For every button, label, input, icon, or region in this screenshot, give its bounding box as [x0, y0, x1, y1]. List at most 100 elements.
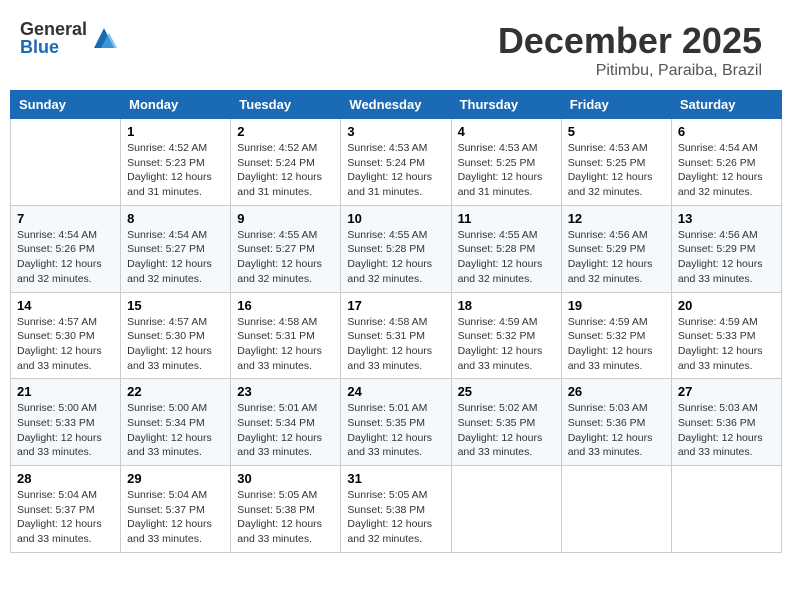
logo-icon	[89, 23, 119, 53]
day-info: Sunrise: 5:01 AM Sunset: 5:35 PM Dayligh…	[347, 401, 444, 460]
day-number: 16	[237, 298, 334, 313]
day-number: 19	[568, 298, 665, 313]
calendar-cell: 17 Sunrise: 4:58 AM Sunset: 5:31 PM Dayli…	[341, 292, 451, 379]
calendar-week-row: 14 Sunrise: 4:57 AM Sunset: 5:30 PM Dayli…	[11, 292, 782, 379]
calendar-cell	[11, 119, 121, 206]
page-header: General Blue December 2025 Pitimbu, Para…	[10, 10, 782, 90]
day-info: Sunrise: 4:59 AM Sunset: 5:33 PM Dayligh…	[678, 315, 775, 374]
day-info: Sunrise: 5:05 AM Sunset: 5:38 PM Dayligh…	[347, 488, 444, 547]
day-info: Sunrise: 5:04 AM Sunset: 5:37 PM Dayligh…	[127, 488, 224, 547]
day-info: Sunrise: 4:58 AM Sunset: 5:31 PM Dayligh…	[347, 315, 444, 374]
day-info: Sunrise: 4:53 AM Sunset: 5:25 PM Dayligh…	[568, 141, 665, 200]
day-info: Sunrise: 4:53 AM Sunset: 5:25 PM Dayligh…	[458, 141, 555, 200]
day-of-week-header: Sunday	[11, 91, 121, 119]
day-info: Sunrise: 4:55 AM Sunset: 5:28 PM Dayligh…	[347, 228, 444, 287]
title-block: December 2025 Pitimbu, Paraiba, Brazil	[498, 20, 762, 80]
day-number: 14	[17, 298, 114, 313]
calendar-cell: 8 Sunrise: 4:54 AM Sunset: 5:27 PM Daylig…	[121, 205, 231, 292]
day-number: 27	[678, 384, 775, 399]
day-info: Sunrise: 4:52 AM Sunset: 5:23 PM Dayligh…	[127, 141, 224, 200]
day-number: 6	[678, 124, 775, 139]
day-number: 11	[458, 211, 555, 226]
day-number: 7	[17, 211, 114, 226]
calendar-cell: 1Sunrise: 4:52 AM Sunset: 5:23 PM Daylig…	[121, 119, 231, 206]
day-number: 10	[347, 211, 444, 226]
day-number: 9	[237, 211, 334, 226]
calendar-cell: 23 Sunrise: 5:01 AM Sunset: 5:34 PM Dayli…	[231, 379, 341, 466]
logo-text: General Blue	[20, 20, 87, 56]
day-info: Sunrise: 5:04 AM Sunset: 5:37 PM Dayligh…	[17, 488, 114, 547]
day-number: 21	[17, 384, 114, 399]
day-number: 29	[127, 471, 224, 486]
day-info: Sunrise: 4:55 AM Sunset: 5:27 PM Dayligh…	[237, 228, 334, 287]
day-info: Sunrise: 4:54 AM Sunset: 5:26 PM Dayligh…	[17, 228, 114, 287]
calendar-cell: 14Sunrise: 4:57 AM Sunset: 5:30 PM Dayli…	[11, 292, 121, 379]
day-number: 26	[568, 384, 665, 399]
calendar-cell: 27 Sunrise: 5:03 AM Sunset: 5:36 PM Dayli…	[671, 379, 781, 466]
day-info: Sunrise: 4:57 AM Sunset: 5:30 PM Dayligh…	[127, 315, 224, 374]
logo-blue-text: Blue	[20, 38, 87, 56]
day-of-week-header: Saturday	[671, 91, 781, 119]
day-number: 22	[127, 384, 224, 399]
day-info: Sunrise: 4:53 AM Sunset: 5:24 PM Dayligh…	[347, 141, 444, 200]
day-info: Sunrise: 4:59 AM Sunset: 5:32 PM Dayligh…	[568, 315, 665, 374]
day-of-week-header: Wednesday	[341, 91, 451, 119]
day-number: 8	[127, 211, 224, 226]
calendar-cell	[561, 466, 671, 553]
day-number: 4	[458, 124, 555, 139]
day-info: Sunrise: 4:54 AM Sunset: 5:26 PM Dayligh…	[678, 141, 775, 200]
day-of-week-header: Thursday	[451, 91, 561, 119]
calendar-week-row: 28Sunrise: 5:04 AM Sunset: 5:37 PM Dayli…	[11, 466, 782, 553]
day-number: 15	[127, 298, 224, 313]
calendar-header-row: SundayMondayTuesdayWednesdayThursdayFrid…	[11, 91, 782, 119]
day-number: 31	[347, 471, 444, 486]
calendar-cell: 29 Sunrise: 5:04 AM Sunset: 5:37 PM Dayli…	[121, 466, 231, 553]
calendar-cell: 25Sunrise: 5:02 AM Sunset: 5:35 PM Dayli…	[451, 379, 561, 466]
calendar-cell: 2 Sunrise: 4:52 AM Sunset: 5:24 PM Daylig…	[231, 119, 341, 206]
calendar-cell: 28Sunrise: 5:04 AM Sunset: 5:37 PM Dayli…	[11, 466, 121, 553]
logo: General Blue	[20, 20, 119, 56]
day-info: Sunrise: 4:58 AM Sunset: 5:31 PM Dayligh…	[237, 315, 334, 374]
month-title: December 2025	[498, 20, 762, 62]
day-info: Sunrise: 4:59 AM Sunset: 5:32 PM Dayligh…	[458, 315, 555, 374]
calendar-cell	[671, 466, 781, 553]
calendar-cell: 7 Sunrise: 4:54 AM Sunset: 5:26 PM Daylig…	[11, 205, 121, 292]
day-number: 18	[458, 298, 555, 313]
day-info: Sunrise: 4:56 AM Sunset: 5:29 PM Dayligh…	[678, 228, 775, 287]
logo-general-text: General	[20, 20, 87, 38]
day-info: Sunrise: 4:52 AM Sunset: 5:24 PM Dayligh…	[237, 141, 334, 200]
day-number: 23	[237, 384, 334, 399]
calendar-cell: 12Sunrise: 4:56 AM Sunset: 5:29 PM Dayli…	[561, 205, 671, 292]
calendar-cell: 24 Sunrise: 5:01 AM Sunset: 5:35 PM Dayli…	[341, 379, 451, 466]
calendar-week-row: 1Sunrise: 4:52 AM Sunset: 5:23 PM Daylig…	[11, 119, 782, 206]
calendar-cell: 19 Sunrise: 4:59 AM Sunset: 5:32 PM Dayli…	[561, 292, 671, 379]
day-number: 3	[347, 124, 444, 139]
day-info: Sunrise: 4:54 AM Sunset: 5:27 PM Dayligh…	[127, 228, 224, 287]
calendar-cell: 22Sunrise: 5:00 AM Sunset: 5:34 PM Dayli…	[121, 379, 231, 466]
day-number: 12	[568, 211, 665, 226]
calendar-cell: 4 Sunrise: 4:53 AM Sunset: 5:25 PM Daylig…	[451, 119, 561, 206]
calendar-cell: 26 Sunrise: 5:03 AM Sunset: 5:36 PM Dayli…	[561, 379, 671, 466]
calendar-cell: 18 Sunrise: 4:59 AM Sunset: 5:32 PM Dayli…	[451, 292, 561, 379]
calendar-week-row: 7 Sunrise: 4:54 AM Sunset: 5:26 PM Daylig…	[11, 205, 782, 292]
day-number: 17	[347, 298, 444, 313]
calendar-cell: 21 Sunrise: 5:00 AM Sunset: 5:33 PM Dayli…	[11, 379, 121, 466]
day-number: 5	[568, 124, 665, 139]
calendar-cell: 3 Sunrise: 4:53 AM Sunset: 5:24 PM Daylig…	[341, 119, 451, 206]
calendar-cell: 5 Sunrise: 4:53 AM Sunset: 5:25 PM Daylig…	[561, 119, 671, 206]
calendar-cell: 13Sunrise: 4:56 AM Sunset: 5:29 PM Dayli…	[671, 205, 781, 292]
day-info: Sunrise: 5:03 AM Sunset: 5:36 PM Dayligh…	[678, 401, 775, 460]
calendar-cell: 31 Sunrise: 5:05 AM Sunset: 5:38 PM Dayli…	[341, 466, 451, 553]
day-number: 25	[458, 384, 555, 399]
calendar-cell	[451, 466, 561, 553]
day-info: Sunrise: 5:05 AM Sunset: 5:38 PM Dayligh…	[237, 488, 334, 547]
day-info: Sunrise: 5:00 AM Sunset: 5:33 PM Dayligh…	[17, 401, 114, 460]
day-info: Sunrise: 5:03 AM Sunset: 5:36 PM Dayligh…	[568, 401, 665, 460]
day-number: 2	[237, 124, 334, 139]
day-number: 24	[347, 384, 444, 399]
day-of-week-header: Tuesday	[231, 91, 341, 119]
day-info: Sunrise: 5:01 AM Sunset: 5:34 PM Dayligh…	[237, 401, 334, 460]
day-number: 30	[237, 471, 334, 486]
calendar-cell: 9 Sunrise: 4:55 AM Sunset: 5:27 PM Daylig…	[231, 205, 341, 292]
calendar-cell: 30 Sunrise: 5:05 AM Sunset: 5:38 PM Dayli…	[231, 466, 341, 553]
